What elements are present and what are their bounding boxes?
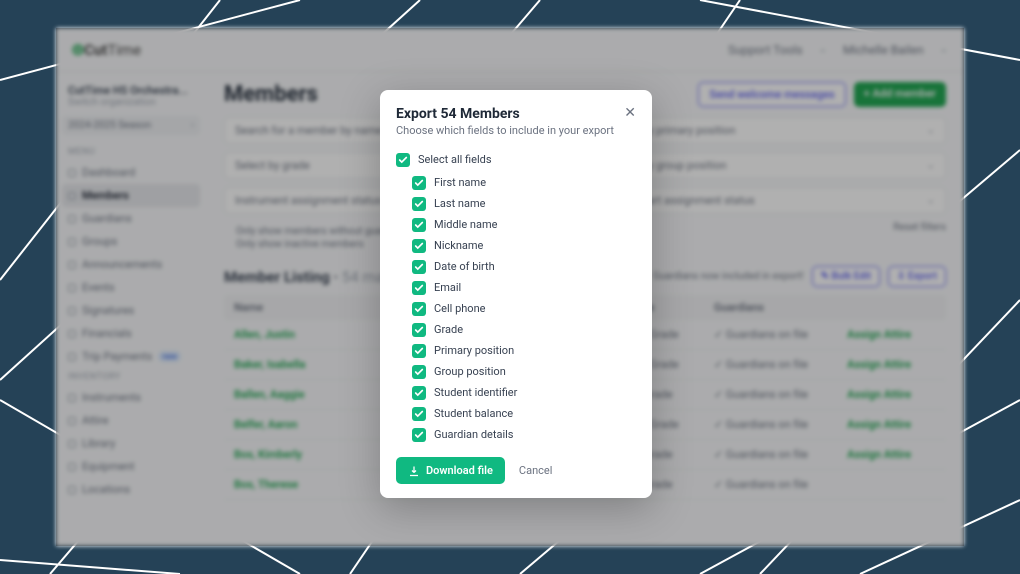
field-checkbox[interactable]: Last name [396, 193, 636, 214]
field-checkbox[interactable]: Cell phone [396, 298, 636, 319]
export-modal: Export 54 Members ✕ Choose which fields … [380, 90, 652, 498]
modal-subtitle: Choose which fields to include in your e… [396, 124, 636, 137]
field-checkbox[interactable]: Student identifier [396, 382, 636, 403]
field-checkbox[interactable]: Email [396, 277, 636, 298]
modal-title: Export 54 Members [396, 106, 520, 122]
field-checkbox[interactable]: Primary position [396, 340, 636, 361]
field-checkbox[interactable]: Middle name [396, 214, 636, 235]
field-checkbox[interactable]: Grade [396, 319, 636, 340]
field-checkbox[interactable]: Nickname [396, 235, 636, 256]
download-button[interactable]: Download file [396, 457, 505, 484]
field-checkbox[interactable]: Date of birth [396, 256, 636, 277]
field-checkbox[interactable]: Group position [396, 361, 636, 382]
field-checkbox[interactable]: Guardian details [396, 424, 636, 445]
field-checkbox[interactable]: Student balance [396, 403, 636, 424]
field-checkbox[interactable]: First name [396, 172, 636, 193]
select-all-checkbox[interactable]: Select all fields [396, 149, 636, 170]
close-icon[interactable]: ✕ [624, 106, 636, 120]
download-icon [408, 465, 420, 477]
cancel-button[interactable]: Cancel [515, 457, 556, 484]
